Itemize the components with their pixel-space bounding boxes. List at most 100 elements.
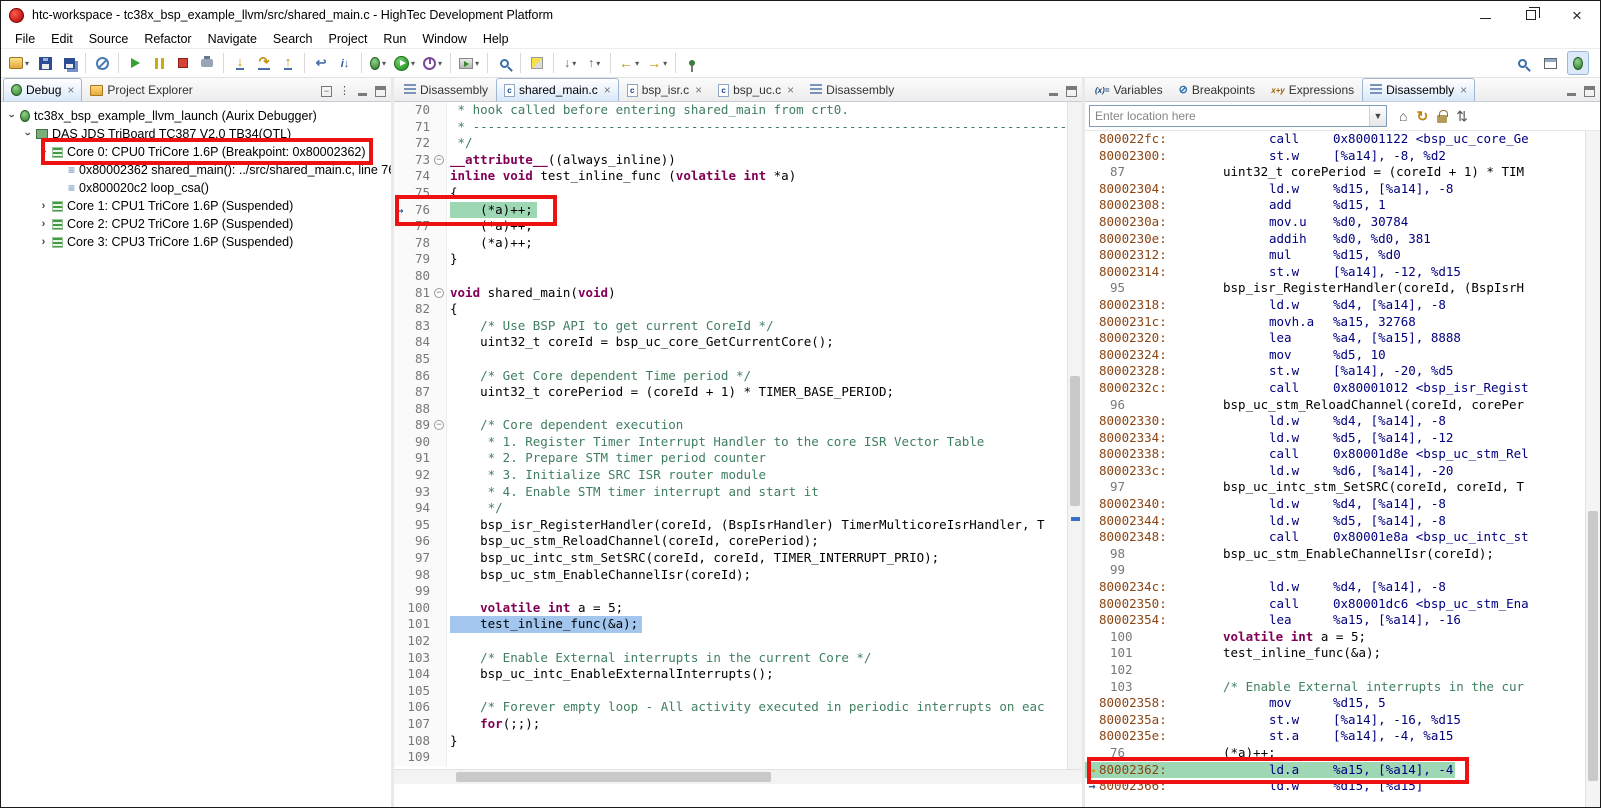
view-tab-disassembly[interactable]: Disassembly× [1362, 78, 1475, 101]
marker-column[interactable] [394, 119, 406, 136]
disasm-src-line-103[interactable]: 103/* Enable External interrupts in the … [1085, 679, 1585, 696]
menu-window[interactable]: Window [414, 29, 474, 48]
tree-item-0x800020c2-loop-csa[interactable]: 0x800020c2 loop_csa() [1, 179, 391, 197]
marker-column[interactable] [394, 699, 406, 716]
editor-vertical-scrollbar[interactable] [1067, 102, 1082, 769]
tree-item-core-3-cpu3-tricore-1-6p-s[interactable]: ›Core 3: CPU3 TriCore 1.6P (Suspended) [1, 233, 391, 251]
marker-column[interactable] [394, 450, 406, 467]
code-line-107[interactable]: 107 for(;;); [394, 716, 1067, 733]
marker-column[interactable] [394, 434, 406, 451]
sync-selection-icon[interactable] [1456, 109, 1468, 123]
view-tab-breakpoints[interactable]: ⊘Breakpoints [1171, 78, 1264, 101]
fold-collapse-icon[interactable]: − [434, 155, 444, 165]
editor-horizontal-scrollbar[interactable] [394, 769, 1082, 784]
quick-search-button[interactable] [1511, 51, 1533, 75]
marker-column[interactable] [394, 301, 406, 318]
disasm-line-80002344[interactable]: 80002344:ld.w%d5, [%a14], -8 [1085, 513, 1585, 530]
marker-column[interactable] [394, 417, 406, 434]
open-perspective-button[interactable] [1539, 51, 1561, 75]
code-line-96[interactable]: 96 bsp_uc_stm_ReloadChannel(coreId, core… [394, 533, 1067, 550]
code-line-98[interactable]: 98 bsp_uc_stm_EnableChannelIsr(coreId); [394, 567, 1067, 584]
code-line-88[interactable]: 88 [394, 401, 1067, 418]
toggle-mark-occurrences-button[interactable] [526, 51, 548, 75]
code-line-91[interactable]: 91 * 2. Prepare STM timer period counter [394, 450, 1067, 467]
marker-column[interactable] [394, 666, 406, 683]
location-input[interactable] [1090, 106, 1369, 126]
twistie-icon[interactable]: › [6, 110, 18, 123]
minimize-view-icon[interactable] [1566, 86, 1577, 97]
code-line-70[interactable]: 70 * hook called before entering shared_… [394, 102, 1067, 119]
disasm-line-80002350[interactable]: 80002350:call0x80001dc6 <bsp_uc_stm_Ena [1085, 596, 1585, 613]
marker-column[interactable] [394, 633, 406, 650]
back-button[interactable]: ▾ [616, 51, 642, 75]
tab-close-icon[interactable]: × [695, 83, 702, 97]
window-minimize-button[interactable] [1462, 1, 1508, 29]
disasm-line-8000234c[interactable]: 8000234c:ld.w%d4, [%a14], -8 [1085, 579, 1585, 596]
twistie-icon[interactable]: › [37, 200, 50, 212]
disasm-line-8000231c[interactable]: 8000231c:movh.a%a15, 32768 [1085, 314, 1585, 331]
fold-column[interactable]: − [433, 417, 447, 434]
code-line-71[interactable]: 71 * -----------------------------------… [394, 119, 1067, 136]
code-line-74[interactable]: 74inline void test_inline_func (volatile… [394, 168, 1067, 185]
code-line-81[interactable]: 81−void shared_main(void) [394, 285, 1067, 302]
marker-column[interactable] [394, 467, 406, 484]
disasm-src-line-95[interactable]: 95bsp_isr_RegisterHandler(coreId, (BspIs… [1085, 280, 1585, 297]
disasm-line-80002312[interactable]: 80002312:mul%d15, %d0 [1085, 247, 1585, 264]
home-icon[interactable] [1399, 109, 1407, 123]
code-line-97[interactable]: 97 bsp_uc_intc_stm_SetSRC(coreId, coreId… [394, 550, 1067, 567]
menu-help[interactable]: Help [475, 29, 517, 48]
disasm-line-80002340[interactable]: 80002340:ld.w%d4, [%a14], -8 [1085, 496, 1585, 513]
drop-to-frame-button[interactable] [310, 51, 332, 75]
window-close-button[interactable]: × [1554, 1, 1600, 29]
fold-column[interactable]: − [433, 285, 447, 302]
tree-item-core-1-cpu1-tricore-1-6p-s[interactable]: ›Core 1: CPU1 TriCore 1.6P (Suspended) [1, 197, 391, 215]
minimize-view-icon[interactable] [357, 86, 368, 97]
marker-column[interactable] [394, 334, 406, 351]
twistie-icon[interactable]: › [37, 218, 50, 230]
step-over-button[interactable] [253, 51, 275, 75]
menu-refactor[interactable]: Refactor [136, 29, 199, 48]
code-line-80[interactable]: 80 [394, 268, 1067, 285]
tree-item-das-jds-triboard-tc387-v2-0[interactable]: ›DAS JDS TriBoard TC387 V2.0 TB34(OTL) [1, 125, 391, 143]
combo-dropdown-icon[interactable]: ▼ [1369, 106, 1386, 126]
menu-file[interactable]: File [7, 29, 43, 48]
view-tab-project-explorer[interactable]: Project Explorer [82, 78, 200, 101]
forward-button[interactable]: ▾ [644, 51, 670, 75]
disasm-line-80002318[interactable]: 80002318:ld.w%d4, [%a14], -8 [1085, 297, 1585, 314]
maximize-view-icon[interactable] [1066, 86, 1077, 97]
disasm-line-80002320[interactable]: 80002320:lea%a4, [%a15], 8888 [1085, 330, 1585, 347]
code-line-104[interactable]: 104 bsp_uc_intc_EnableExternalInterrupts… [394, 666, 1067, 683]
disasm-src-line-87[interactable]: 87uint32_t corePeriod = (coreId + 1) * T… [1085, 164, 1585, 181]
code-line-75[interactable]: 75{ [394, 185, 1067, 202]
twistie-icon[interactable]: › [38, 146, 50, 159]
disasm-line-800022fc[interactable]: 800022fc:call0x80001122 <bsp_uc_core_Ge [1085, 131, 1585, 148]
disasm-src-line-97[interactable]: 97bsp_uc_intc_stm_SetSRC(coreId, coreId,… [1085, 479, 1585, 496]
disasm-line-8000235e[interactable]: 8000235e:st.a[%a14], -4, %a15 [1085, 728, 1585, 745]
code-line-92[interactable]: 92 * 3. Initialize SRC ISR router module [394, 467, 1067, 484]
new-button[interactable]: ▾ [6, 51, 32, 75]
fold-column[interactable]: − [433, 152, 447, 169]
menu-source[interactable]: Source [81, 29, 137, 48]
scrollbar-thumb[interactable] [1588, 511, 1598, 781]
tab-close-icon[interactable]: × [67, 83, 74, 97]
editor-tab-bsp-uc-c[interactable]: cbsp_uc.c× [710, 78, 802, 101]
save-button[interactable] [34, 51, 56, 75]
code-line-76[interactable]: 76 (*a)++; [394, 202, 1067, 219]
view-menu-icon[interactable]: ⋮ [339, 86, 350, 97]
code-line-106[interactable]: 106 /* Forever empty loop - All activity… [394, 699, 1067, 716]
code-line-94[interactable]: 94 */ [394, 500, 1067, 517]
marker-column[interactable] [394, 152, 406, 169]
marker-column[interactable] [394, 185, 406, 202]
disasm-line-8000233c[interactable]: 8000233c:ld.w%d6, [%a14], -20 [1085, 463, 1585, 480]
window-restore-button[interactable] [1508, 1, 1554, 29]
disconnect-button[interactable] [196, 51, 218, 75]
minimize-view-icon[interactable] [1048, 86, 1059, 97]
marker-column[interactable] [394, 650, 406, 667]
marker-column[interactable] [394, 484, 406, 501]
editor-tab-bsp-isr-c[interactable]: cbsp_isr.c× [619, 78, 710, 101]
marker-column[interactable] [394, 285, 406, 302]
menu-edit[interactable]: Edit [43, 29, 81, 48]
marker-column[interactable] [394, 102, 406, 119]
save-all-button[interactable] [58, 51, 80, 75]
code-line-93[interactable]: 93 * 4. Enable STM timer interrupt and s… [394, 484, 1067, 501]
